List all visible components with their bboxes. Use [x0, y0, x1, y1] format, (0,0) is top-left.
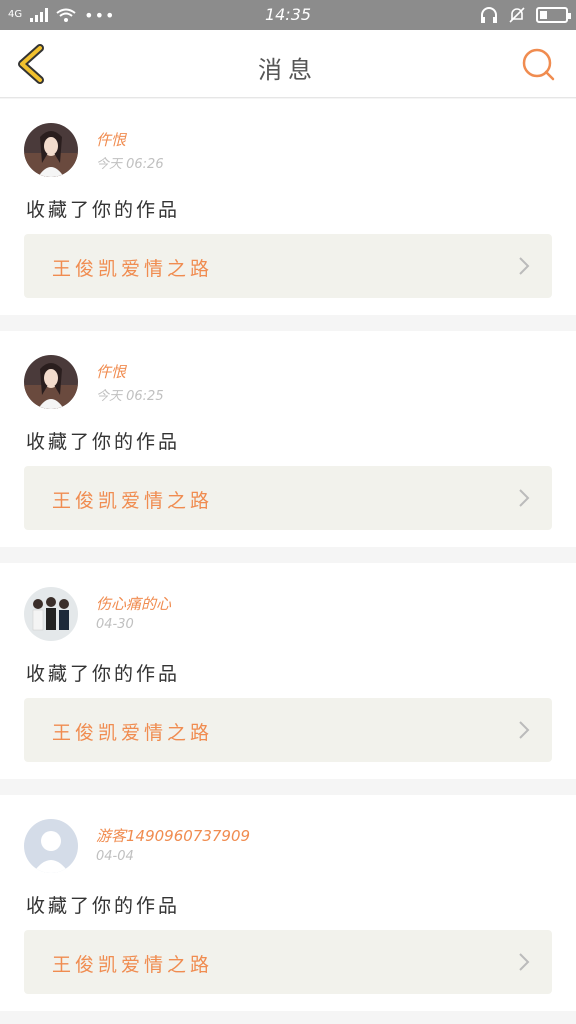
chevron-right-icon [519, 257, 530, 275]
header: 消息 [0, 30, 576, 98]
message-text: 收藏了你的作品 [26, 895, 181, 917]
status-bar: 4G ••• 14:35 [0, 0, 576, 30]
message-time: 04-04 [96, 849, 134, 864]
avatar[interactable] [24, 123, 78, 177]
search-icon [522, 48, 555, 81]
message-text: 收藏了你的作品 [26, 431, 181, 453]
message-card: 伤心痛的心 04-30 收藏了你的作品 王俊凯爱情之路 [0, 563, 576, 779]
message-card: 仵恨 今天 06:25 收藏了你的作品 王俊凯爱情之路 [0, 331, 576, 547]
status-right [480, 4, 571, 26]
work-link[interactable]: 王俊凯爱情之路 [24, 930, 552, 994]
user-name[interactable]: 伤心痛的心 [96, 593, 171, 614]
message-text: 收藏了你的作品 [26, 663, 181, 685]
battery-level [540, 11, 547, 19]
mute-icon [509, 7, 525, 23]
chevron-right-icon [519, 489, 530, 507]
message-card: 仵恨 今天 06:26 收藏了你的作品 王俊凯爱情之路 [0, 99, 576, 315]
user-name[interactable]: 仵恨 [96, 129, 126, 150]
default-avatar-icon [24, 819, 78, 873]
user-name[interactable]: 游客1490960737909 [96, 825, 250, 846]
headset-icon [481, 7, 497, 23]
message-time: 04-30 [96, 617, 134, 632]
work-title: 王俊凯爱情之路 [52, 954, 214, 976]
avatar[interactable] [24, 819, 78, 873]
work-title: 王俊凯爱情之路 [52, 722, 214, 744]
page-title: 消息 [258, 56, 318, 84]
chevron-right-icon [519, 953, 530, 971]
work-link[interactable]: 王俊凯爱情之路 [24, 698, 552, 762]
work-link[interactable]: 王俊凯爱情之路 [24, 234, 552, 298]
work-title: 王俊凯爱情之路 [52, 490, 214, 512]
user-name[interactable]: 仵恨 [96, 361, 126, 382]
work-link[interactable]: 王俊凯爱情之路 [24, 466, 552, 530]
chevron-right-icon [519, 721, 530, 739]
battery-icon [536, 7, 571, 23]
message-text: 收藏了你的作品 [26, 199, 181, 221]
work-title: 王俊凯爱情之路 [52, 258, 214, 280]
message-time: 今天 06:26 [96, 157, 164, 172]
avatar[interactable] [24, 587, 78, 641]
message-time: 今天 06:25 [96, 389, 164, 404]
search-button[interactable] [520, 46, 556, 82]
avatar[interactable] [24, 355, 78, 409]
message-card: 游客1490960737909 04-04 收藏了你的作品 王俊凯爱情之路 [0, 795, 576, 1011]
